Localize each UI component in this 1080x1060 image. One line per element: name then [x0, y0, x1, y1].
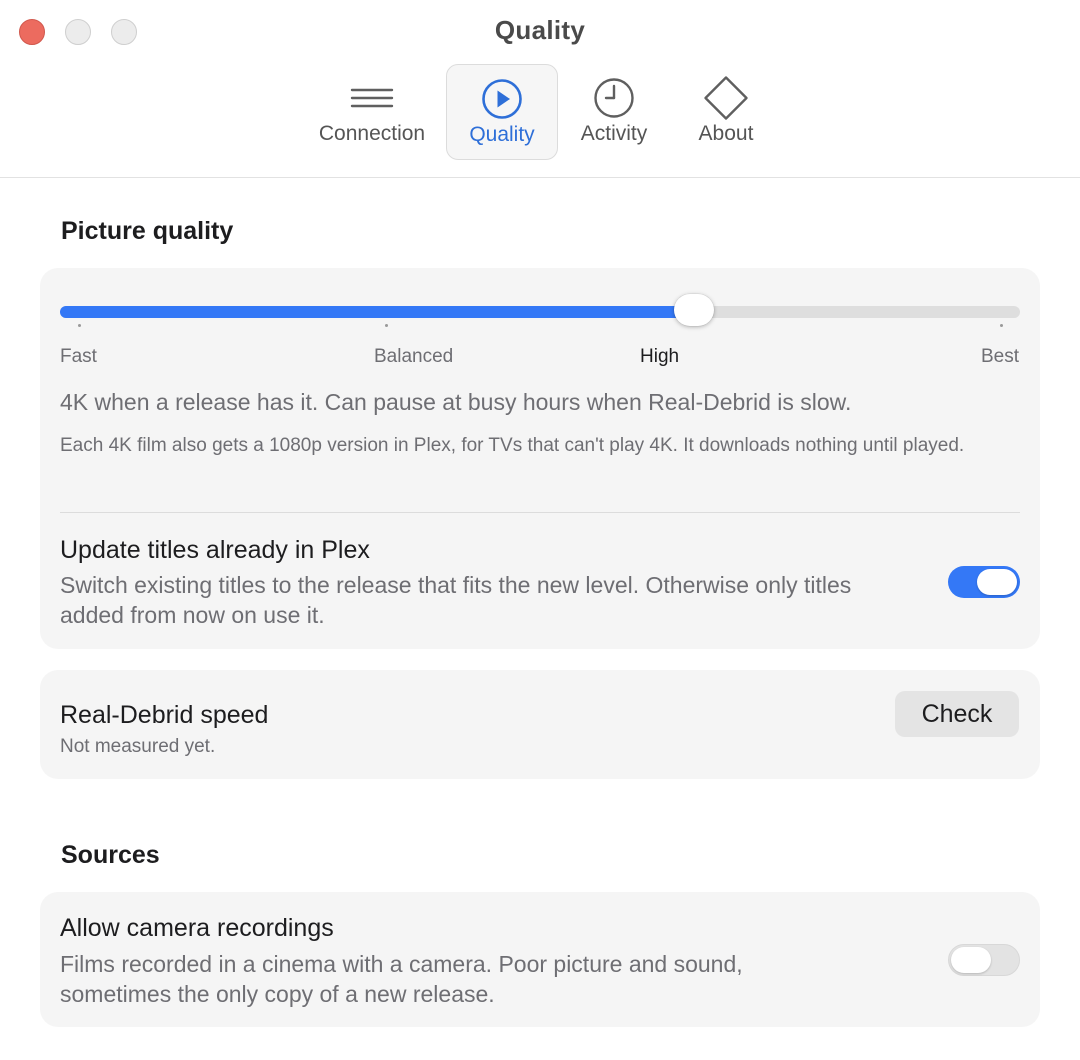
tab-connection[interactable]: Connection — [306, 64, 438, 160]
divider — [60, 512, 1020, 513]
tab-connection-label: Connection — [318, 122, 426, 145]
quality-level-description: 4K when a release has it. Can pause at b… — [60, 389, 852, 415]
slider-tick — [78, 324, 82, 327]
slider-tick — [999, 324, 1003, 327]
quality-slider-track[interactable] — [60, 306, 1020, 318]
speed-title: Real-Debrid speed — [60, 701, 269, 729]
camera-recordings-toggle[interactable] — [948, 944, 1020, 976]
speed-status: Not measured yet. — [60, 736, 216, 757]
picture-quality-heading: Picture quality — [61, 217, 234, 245]
sources-heading: Sources — [61, 841, 160, 869]
tab-activity[interactable]: Activity — [560, 64, 668, 160]
toolbar: Quality Connection Quality Activity Abou… — [0, 0, 1080, 178]
tab-about-label: About — [698, 122, 754, 145]
update-titles-description: Switch existing titles to the release th… — [60, 572, 852, 628]
play-circle-icon — [478, 75, 526, 123]
hamburger-icon — [348, 74, 396, 122]
update-titles-title: Update titles already in Plex — [60, 536, 370, 564]
preferences-window: Quality Connection Quality Activity Abou… — [0, 0, 1080, 1060]
slider-tick — [385, 324, 389, 327]
speed-card: Real-Debrid speed Not measured yet. Chec… — [40, 670, 1040, 779]
slider-label-fast[interactable]: Fast — [60, 346, 97, 368]
window-title: Quality — [494, 15, 586, 45]
tab-quality[interactable]: Quality — [446, 64, 558, 160]
camera-recordings-title: Allow camera recordings — [60, 914, 334, 942]
slider-label-high[interactable]: High — [640, 346, 679, 368]
clock-icon — [590, 74, 638, 122]
picture-quality-card: Fast Balanced High Best 4K when a releas… — [40, 268, 1040, 649]
camera-recordings-description: Films recorded in a cinema with a camera… — [60, 951, 743, 1007]
slider-label-best[interactable]: Best — [981, 346, 1019, 368]
tab-about[interactable]: About — [672, 64, 780, 160]
quality-slider-fill — [60, 306, 694, 318]
tab-quality-label: Quality — [469, 123, 535, 146]
diamond-icon — [702, 74, 750, 122]
check-speed-button[interactable]: Check — [895, 691, 1019, 737]
toggle-knob — [977, 569, 1017, 595]
quality-slider-thumb[interactable] — [673, 294, 714, 326]
quality-level-note: Each 4K film also gets a 1080p version i… — [60, 435, 965, 456]
update-titles-toggle[interactable] — [948, 566, 1020, 598]
sources-card: Allow camera recordings Films recorded i… — [40, 892, 1040, 1027]
slider-label-balanced[interactable]: Balanced — [374, 346, 453, 368]
toggle-knob — [951, 947, 991, 973]
tab-activity-label: Activity — [580, 122, 648, 145]
